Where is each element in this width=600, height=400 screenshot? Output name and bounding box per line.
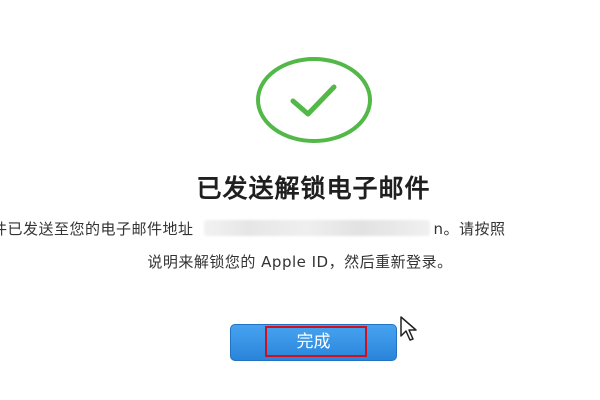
done-button[interactable]: 完成 [230, 324, 397, 361]
description-line-1-end: 。请按照 [443, 220, 506, 238]
page-title: 已发送解锁电子邮件 [196, 174, 431, 203]
description-line-1: 件已发送至您的电子邮件地址 n。请按照 [0, 218, 506, 240]
unlock-email-sent-page: 已发送解锁电子邮件 件已发送至您的电子邮件地址 n。请按照 说明来解锁您的 App… [0, 0, 600, 400]
redacted-email-tail: n [433, 220, 444, 238]
redacted-email-address [203, 220, 430, 236]
done-button-label: 完成 [296, 332, 331, 352]
checkmark-circle-icon [256, 57, 372, 143]
description-line-1-start: 件已发送至您的电子邮件地址 [0, 220, 194, 238]
mouse-pointer-icon [400, 316, 417, 341]
description-line-2: 说明来解锁您的 Apple ID，然后重新登录。 [147, 253, 453, 271]
